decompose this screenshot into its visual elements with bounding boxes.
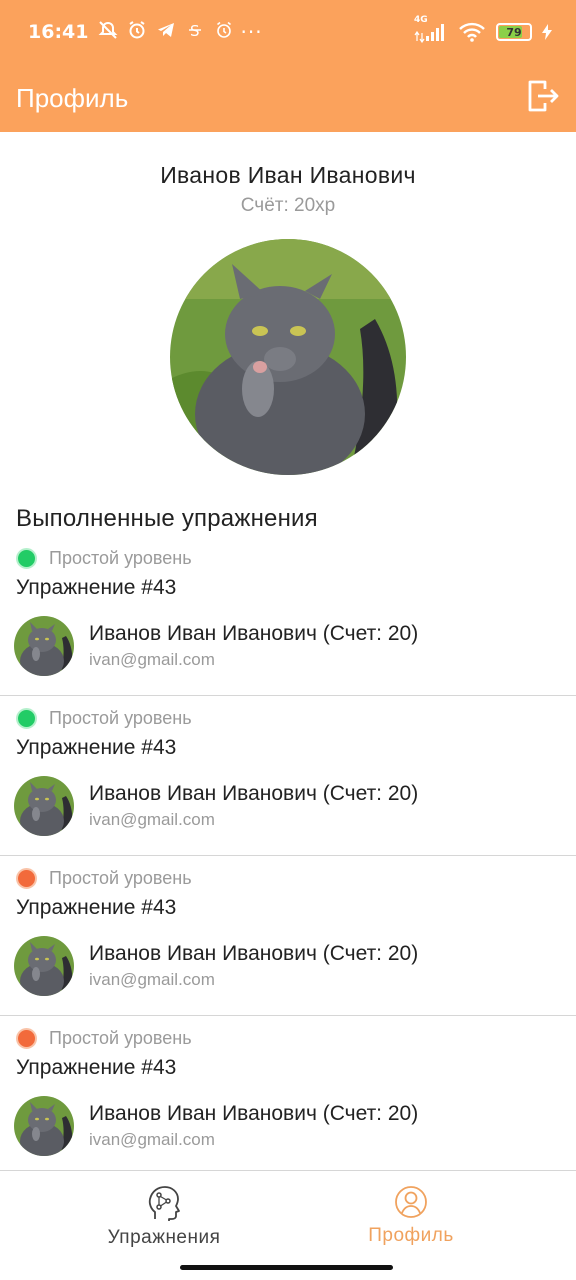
page-title: Профиль <box>16 82 129 113</box>
section-title: Выполненные упражнения <box>16 505 318 532</box>
status-dot <box>16 868 37 889</box>
list-item[interactable]: Простой уровень Упражнение #43 Иванов Ив… <box>0 696 576 856</box>
status-overflow: ··· <box>240 20 263 44</box>
status-time: 16:41 <box>28 21 89 43</box>
wifi-icon <box>458 21 486 43</box>
avatar <box>14 1096 74 1156</box>
level-label: Простой уровень <box>49 708 192 728</box>
bottom-nav: Упражнения Профиль <box>0 1170 576 1280</box>
alarm-icon <box>127 20 147 44</box>
head-network-icon <box>64 1185 264 1221</box>
home-indicator[interactable] <box>180 1265 393 1270</box>
network-type: 4G <box>414 15 428 25</box>
user-text: Иванов Иван Иванович (Счет: 20) ivan@gma… <box>89 1102 418 1150</box>
user-email: ivan@gmail.com <box>89 970 215 989</box>
profile-score: Счёт: 20xp <box>240 195 336 216</box>
level-label: Простой уровень <box>49 548 192 568</box>
logout-button[interactable] <box>526 79 560 118</box>
user-name: Иванов Иван Иванович (Счет: 20) <box>89 622 419 645</box>
user-text: Иванов Иван Иванович (Счет: 20) ivan@gma… <box>89 622 418 670</box>
status-bar: 16:41 S ··· 4G 79 <box>0 0 576 64</box>
item-level: Простой уровень <box>16 548 192 569</box>
exercise-title: Упражнение #43 <box>16 1056 177 1079</box>
item-user: Иванов Иван Иванович (Счет: 20) ivan@gma… <box>14 776 418 836</box>
cat-photo <box>170 239 406 475</box>
profile-section: Иванов Иван Иванович Счёт: 20xp <box>0 132 576 475</box>
status-dot <box>16 548 37 569</box>
user-name: Иванов Иван Иванович (Счет: 20) <box>89 942 419 965</box>
user-email: ivan@gmail.com <box>89 1130 215 1149</box>
avatar <box>14 776 74 836</box>
sim-icon: S <box>185 20 205 44</box>
charging-icon <box>542 24 552 40</box>
profile-avatar[interactable] <box>170 239 406 475</box>
avatar <box>14 616 74 676</box>
user-circle-icon <box>311 1185 511 1219</box>
level-label: Простой уровень <box>49 1028 192 1048</box>
signal-icon: 4G <box>414 15 448 43</box>
nav-label-profile: Профиль <box>368 1225 454 1246</box>
avatar <box>14 936 74 996</box>
user-name: Иванов Иван Иванович (Счет: 20) <box>89 782 419 805</box>
item-level: Простой уровень <box>16 1028 192 1049</box>
nav-label-exercises: Упражнения <box>107 1227 221 1248</box>
exercise-list: Простой уровень Упражнение #43 Иванов Ив… <box>0 536 576 1176</box>
telegram-icon <box>156 20 176 44</box>
item-user: Иванов Иван Иванович (Счет: 20) ivan@gma… <box>14 936 418 996</box>
item-user: Иванов Иван Иванович (Счет: 20) ivan@gma… <box>14 1096 418 1156</box>
logout-icon <box>527 79 559 118</box>
battery-percent: 79 <box>506 25 522 39</box>
list-item[interactable]: Простой уровень Упражнение #43 Иванов Ив… <box>0 856 576 1016</box>
level-label: Простой уровень <box>49 868 192 888</box>
app-header: Профиль <box>0 64 576 132</box>
item-level: Простой уровень <box>16 868 192 889</box>
user-text: Иванов Иван Иванович (Счет: 20) ivan@gma… <box>89 942 418 990</box>
exercise-title: Упражнение #43 <box>16 896 177 919</box>
user-email: ivan@gmail.com <box>89 810 215 829</box>
alarm-small-icon <box>214 20 234 44</box>
user-name: Иванов Иван Иванович (Счет: 20) <box>89 1102 419 1125</box>
status-dot <box>16 1028 37 1049</box>
nav-tab-exercises[interactable]: Упражнения <box>64 1185 264 1249</box>
mute-bell-icon <box>98 20 118 44</box>
exercise-title: Упражнение #43 <box>16 736 177 759</box>
user-email: ivan@gmail.com <box>89 650 215 669</box>
list-item[interactable]: Простой уровень Упражнение #43 Иванов Ив… <box>0 1016 576 1176</box>
user-text: Иванов Иван Иванович (Счет: 20) ivan@gma… <box>89 782 418 830</box>
exercise-title: Упражнение #43 <box>16 576 177 599</box>
profile-name: Иванов Иван Иванович <box>160 162 416 188</box>
list-item[interactable]: Простой уровень Упражнение #43 Иванов Ив… <box>0 536 576 696</box>
item-user: Иванов Иван Иванович (Счет: 20) ivan@gma… <box>14 616 418 676</box>
item-level: Простой уровень <box>16 708 192 729</box>
nav-tab-profile[interactable]: Профиль <box>311 1185 511 1247</box>
svg-text:S: S <box>190 22 200 40</box>
battery-icon: 79 <box>496 23 532 41</box>
status-dot <box>16 708 37 729</box>
